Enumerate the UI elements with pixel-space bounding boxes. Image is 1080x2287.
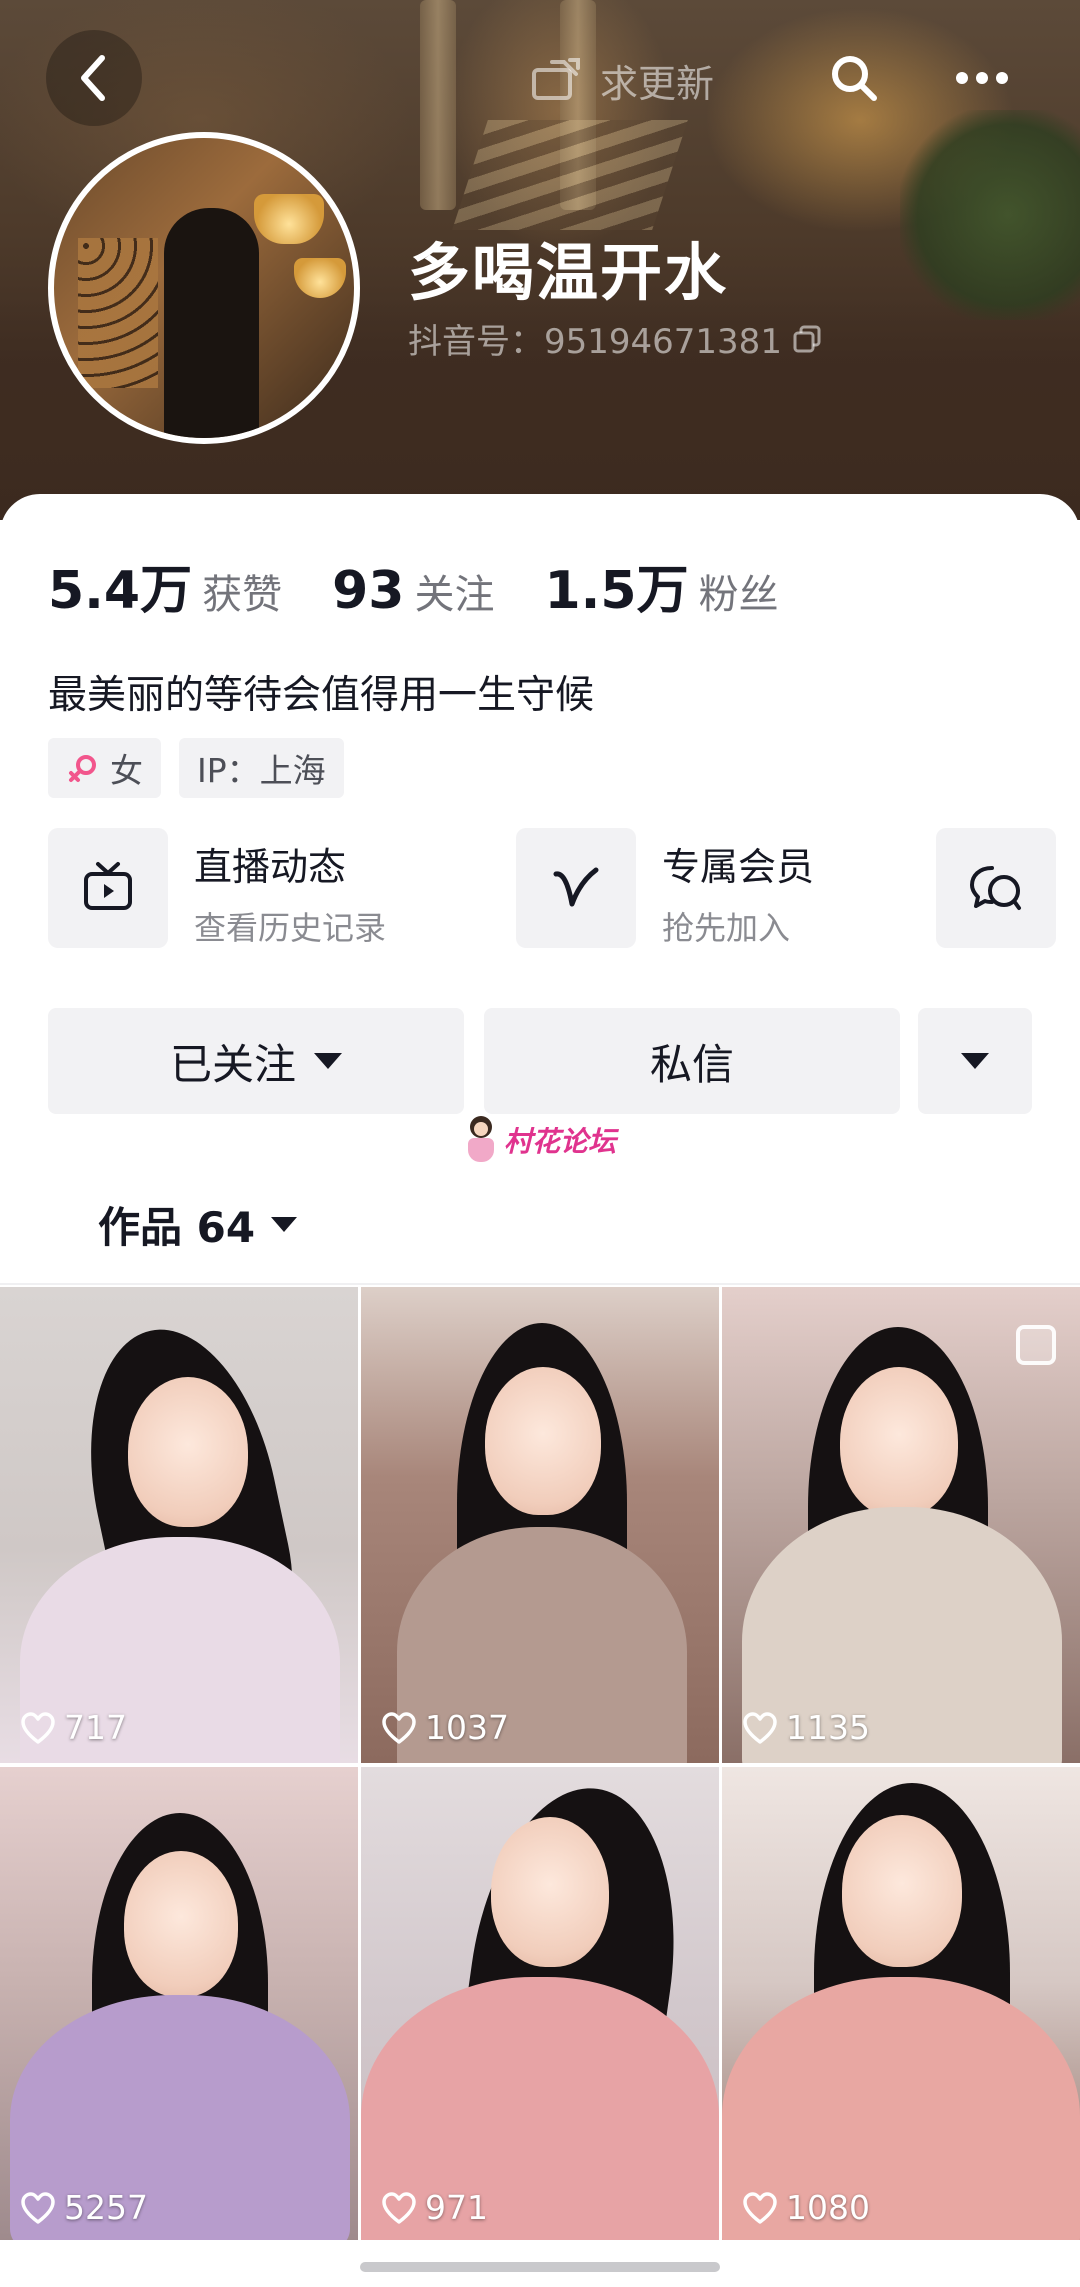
home-indicator[interactable] <box>360 2262 720 2272</box>
tags-row: 女 IP：上海 <box>48 738 344 798</box>
ip-label: IP：上海 <box>197 751 326 790</box>
video-likes: 717 <box>20 1708 127 1747</box>
membership-feature-text[interactable]: 专属会员 抢先加入 <box>662 836 814 949</box>
features-row: 直播动态 查看历史记录 专属会员 抢先加入 <box>48 828 1058 948</box>
stat-followers-value: 1.5万 <box>544 561 689 621</box>
gender-tag: 女 <box>48 738 161 798</box>
caret-down-icon <box>961 1053 989 1069</box>
search-icon <box>832 56 877 101</box>
video-likes: 1037 <box>381 1708 509 1747</box>
group-chat-icon <box>970 866 1021 910</box>
stats-row: 5.4万 获赞 93 关注 1.5万 粉丝 <box>48 548 829 623</box>
live-feature-text[interactable]: 直播动态 查看历史记录 <box>194 836 386 949</box>
recommend-dropdown-button[interactable] <box>918 1008 1032 1114</box>
heart-icon <box>382 1711 416 1744</box>
avatar-figure <box>164 208 259 438</box>
request-update-label: 求更新 <box>600 61 715 106</box>
likes-count: 1037 <box>425 1708 509 1747</box>
stat-followers-label: 粉丝 <box>698 572 779 618</box>
search-button[interactable] <box>806 30 902 126</box>
tab-works[interactable]: 作品 64 <box>98 1194 298 1255</box>
video-thumbnail[interactable]: 1080 <box>722 1767 1080 2243</box>
stat-likes[interactable]: 5.4万 获赞 <box>48 548 282 623</box>
back-button[interactable] <box>46 30 142 126</box>
heart-icon <box>382 2191 416 2224</box>
avatar[interactable] <box>48 132 360 444</box>
membership-feature-subtitle: 抢先加入 <box>662 909 791 947</box>
video-thumbnail[interactable]: 1135 <box>722 1287 1080 1763</box>
watermark-girl-icon <box>464 1116 498 1164</box>
avatar-lamp <box>254 194 324 244</box>
stat-likes-value: 5.4万 <box>48 561 193 621</box>
live-feature-title: 直播动态 <box>194 845 347 889</box>
caret-down-icon <box>314 1053 342 1069</box>
nickname: 多喝温开水 <box>408 236 729 309</box>
ip-tag: IP：上海 <box>179 738 344 798</box>
heart-icon <box>743 1711 777 1744</box>
followed-button[interactable]: 已关注 <box>48 1008 464 1114</box>
caret-down-icon <box>271 1217 298 1232</box>
membership-feature-title: 专属会员 <box>662 845 815 889</box>
stat-following-label: 关注 <box>414 572 495 618</box>
heart-icon <box>743 2191 777 2224</box>
v-membership-icon <box>553 867 599 907</box>
stat-following[interactable]: 93 关注 <box>332 561 494 621</box>
video-thumbnail[interactable]: 1037 <box>361 1287 719 1763</box>
more-dots-icon <box>956 72 1008 84</box>
female-icon <box>69 755 96 782</box>
stat-following-value: 93 <box>332 561 405 621</box>
likes-count: 971 <box>425 2188 488 2227</box>
cover-foliage <box>900 110 1080 320</box>
video-thumbnail[interactable]: 717 <box>0 1287 358 1763</box>
likes-count: 717 <box>64 1708 127 1747</box>
forum-watermark: 村花论坛 <box>464 1116 616 1164</box>
douyin-id-text: 抖音号：95194671381 <box>408 322 782 362</box>
message-button[interactable]: 私信 <box>484 1008 900 1114</box>
stat-likes-label: 获赞 <box>202 572 283 618</box>
copy-icon[interactable] <box>792 324 822 354</box>
avatar-board <box>78 238 158 388</box>
live-feature-button[interactable] <box>48 828 168 948</box>
request-update-button[interactable]: 求更新 <box>530 48 714 112</box>
divider <box>0 1283 1080 1285</box>
video-thumbnail[interactable]: 971 <box>361 1767 719 2243</box>
video-likes: 971 <box>381 2188 488 2227</box>
tv-icon <box>84 862 132 910</box>
heart-icon <box>21 2191 55 2224</box>
video-likes: 1135 <box>742 1708 870 1747</box>
likes-count: 1135 <box>786 1708 870 1747</box>
select-checkbox[interactable] <box>1016 1325 1056 1365</box>
update-icon <box>532 58 580 100</box>
more-button[interactable] <box>934 30 1030 126</box>
works-tab-label: 作品 64 <box>98 1203 256 1252</box>
video-likes: 1080 <box>742 2188 870 2227</box>
stat-followers[interactable]: 1.5万 粉丝 <box>545 548 779 623</box>
watermark-text: 村花论坛 <box>504 1125 617 1158</box>
cover-pillar <box>420 0 456 210</box>
gender-label: 女 <box>110 751 143 790</box>
video-thumbnail[interactable]: 5257 <box>0 1767 358 2243</box>
douyin-id[interactable]: 抖音号：95194671381 <box>408 314 822 363</box>
group-chat-button[interactable] <box>936 828 1056 948</box>
video-grid: 717 1037 1135 5257 971 1080 <box>0 1287 1080 2287</box>
chevron-left-icon <box>81 55 105 101</box>
live-feature-subtitle: 查看历史记录 <box>194 909 387 947</box>
likes-count: 5257 <box>64 2188 148 2227</box>
heart-icon <box>21 1711 55 1744</box>
action-buttons: 已关注 私信 <box>48 1008 1032 1114</box>
avatar-lamp <box>294 258 346 298</box>
cover-stairs <box>452 120 688 230</box>
membership-feature-button[interactable] <box>516 828 636 948</box>
bio: 最美丽的等待会值得用一生守候 <box>48 673 595 718</box>
message-label: 私信 <box>649 1039 734 1089</box>
profile-card: 5.4万 获赞 93 关注 1.5万 粉丝 最美丽的等待会值得用一生守候 女 I… <box>0 494 1080 1287</box>
followed-label: 已关注 <box>169 1039 296 1089</box>
likes-count: 1080 <box>786 2188 870 2227</box>
video-likes: 5257 <box>20 2188 148 2227</box>
